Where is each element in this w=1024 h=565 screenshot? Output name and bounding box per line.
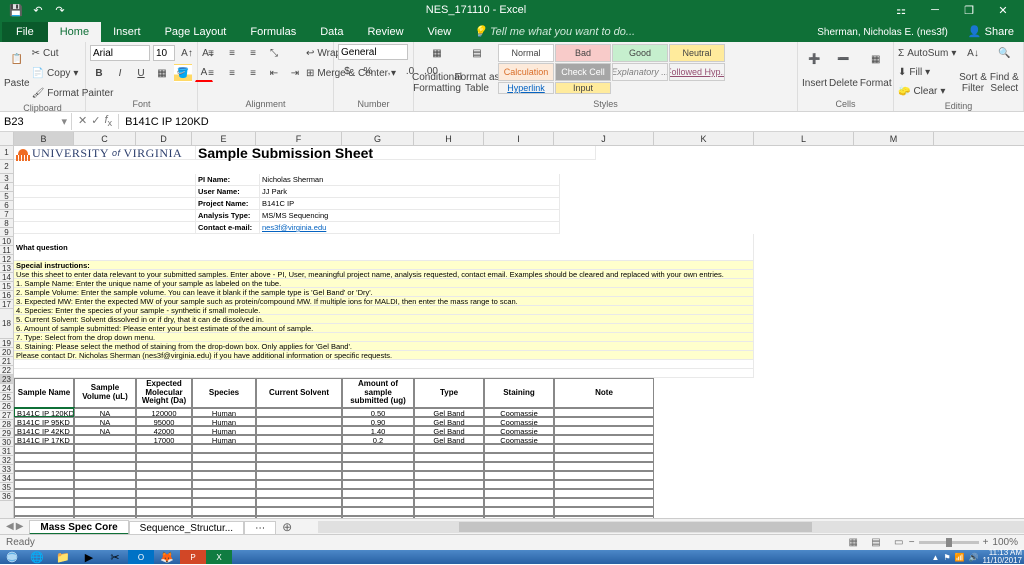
sort-filter-button[interactable]: A↓Sort & Filter	[958, 44, 987, 98]
zoom-level[interactable]: 100%	[992, 537, 1018, 548]
clear-button[interactable]: 🧽 Clear ▾	[898, 82, 956, 100]
view-page-layout-icon[interactable]: ▤	[866, 537, 886, 548]
orientation-icon[interactable]: ⤡	[265, 44, 283, 62]
column-headers[interactable]: B C D E F G H I J K L M	[14, 132, 1024, 146]
uva-logo: University of Virginia	[16, 146, 182, 161]
fill-button[interactable]: ⬇ Fill ▾	[898, 63, 956, 81]
task-snip-icon[interactable]: ✂	[102, 550, 128, 564]
align-right-icon[interactable]: ≡	[244, 64, 262, 82]
font-size-select[interactable]	[153, 45, 175, 61]
horizontal-scrollbar[interactable]	[318, 521, 1024, 533]
border-icon[interactable]: ▦	[153, 64, 171, 82]
number-format-select[interactable]	[338, 44, 408, 60]
sheet-tab-more[interactable]: ⋯	[244, 521, 276, 535]
tray-expand-icon[interactable]: ▲	[932, 553, 940, 562]
worksheet-grid[interactable]: B C D E F G H I J K L M 1234567891011121…	[0, 132, 1024, 518]
view-normal-icon[interactable]: ▦	[843, 537, 863, 548]
tab-view[interactable]: View	[416, 22, 464, 42]
tab-nav-next-icon[interactable]: ▶	[16, 521, 24, 532]
conditional-formatting-button[interactable]: ▦Conditional Formatting	[418, 44, 456, 98]
zoom-slider[interactable]	[919, 541, 979, 544]
align-left-icon[interactable]: ≡	[202, 64, 220, 82]
task-media-icon[interactable]: ▶	[76, 550, 102, 564]
font-name-select[interactable]	[90, 45, 150, 61]
tell-me[interactable]: 💡 Tell me what you want to do...	[463, 21, 645, 42]
status-bar: Ready ▦ ▤ ▭ − + 100%	[0, 534, 1024, 550]
decrease-indent-icon[interactable]: ⇤	[265, 64, 283, 82]
bold-icon[interactable]: B	[90, 64, 108, 82]
zoom-in-icon[interactable]: +	[983, 537, 989, 548]
select-all-corner[interactable]	[0, 132, 14, 146]
window-settings-icon[interactable]: ⚏	[884, 0, 918, 20]
paste-button[interactable]: 📋Paste	[4, 44, 30, 98]
align-middle-icon[interactable]: ≡	[223, 44, 241, 62]
formula-input[interactable]: B141C IP 120KD	[119, 114, 1024, 130]
cell-styles-gallery[interactable]: Normal Bad Good Neutral Calculation Chec…	[498, 44, 725, 94]
window-minimize-icon[interactable]: ─	[918, 0, 952, 20]
align-center-icon[interactable]: ≡	[223, 64, 241, 82]
ribbon: 📋Paste ✂ Cut 📄 Copy ▾ 🖌 Format Painter C…	[0, 42, 1024, 112]
format-as-table-button[interactable]: ▤Format as Table	[458, 44, 496, 98]
titlebar: 💾 ↶ ↷ NES_171110 - Excel ⚏ ─ ❐ ✕	[0, 0, 1024, 20]
task-ie-icon[interactable]: 🌐	[24, 550, 50, 564]
grow-font-icon[interactable]: A↑	[178, 44, 196, 62]
italic-icon[interactable]: I	[111, 64, 129, 82]
sheet-title: Sample Submission Sheet	[196, 146, 596, 160]
account-name[interactable]: Sherman, Nicholas E. (nes3f)	[807, 23, 958, 42]
task-excel-icon[interactable]: X	[206, 550, 232, 564]
formula-bar: B23▾ ✕ ✓ fx B141C IP 120KD	[0, 112, 1024, 132]
align-top-icon[interactable]: ≡	[202, 44, 220, 62]
status-ready: Ready	[6, 537, 35, 548]
share-button[interactable]: 👤 Share	[958, 21, 1024, 42]
increase-indent-icon[interactable]: ⇥	[286, 64, 304, 82]
find-select-button[interactable]: 🔍Find & Select	[990, 44, 1019, 98]
tray-flag-icon[interactable]: ⚑	[943, 553, 950, 562]
align-bottom-icon[interactable]: ≡	[244, 44, 262, 62]
task-firefox-icon[interactable]: 🦊	[154, 550, 180, 564]
format-cells-button[interactable]: ▦Format	[860, 44, 892, 98]
task-outlook-icon[interactable]: O	[128, 550, 154, 564]
tab-file[interactable]: File	[2, 22, 48, 42]
window-close-icon[interactable]: ✕	[986, 0, 1020, 20]
percent-icon[interactable]: %	[359, 62, 377, 80]
insert-cells-button[interactable]: ➕Insert	[802, 44, 827, 98]
sheet-tab-mass-spec[interactable]: Mass Spec Core	[29, 520, 128, 535]
window-restore-icon[interactable]: ❐	[952, 0, 986, 20]
tab-insert[interactable]: Insert	[101, 22, 153, 42]
tab-home[interactable]: Home	[48, 22, 101, 42]
task-powerpoint-icon[interactable]: P	[180, 550, 206, 564]
sheet-tab-sequence[interactable]: Sequence_Structur...	[129, 521, 244, 535]
task-explorer-icon[interactable]: 📁	[50, 550, 76, 564]
tray-volume-icon[interactable]: 🔊	[969, 553, 979, 562]
tab-review[interactable]: Review	[355, 22, 415, 42]
fill-color-icon[interactable]: 🪣	[174, 64, 192, 82]
underline-icon[interactable]: U	[132, 64, 150, 82]
ribbon-tabs: File Home Insert Page Layout Formulas Da…	[0, 20, 1024, 42]
tray-network-icon[interactable]: 📶	[955, 553, 965, 562]
sheet-tab-bar: ◀▶ Mass Spec Core Sequence_Structur... ⋯…	[0, 518, 1024, 534]
zoom-out-icon[interactable]: −	[909, 537, 915, 548]
autosum-button[interactable]: Σ AutoSum ▾	[898, 44, 956, 62]
document-title: NES_171110 - Excel	[68, 4, 884, 16]
cancel-formula-icon[interactable]: ✕	[78, 114, 87, 128]
new-sheet-button[interactable]: ⊕	[276, 520, 298, 534]
redo-icon[interactable]: ↷	[52, 2, 68, 18]
view-page-break-icon[interactable]: ▭	[889, 537, 909, 548]
fx-icon[interactable]: fx	[104, 114, 112, 128]
currency-icon[interactable]: $	[338, 62, 356, 80]
save-icon[interactable]: 💾	[8, 2, 24, 18]
delete-cells-button[interactable]: ➖Delete	[829, 44, 858, 98]
name-box[interactable]: B23	[4, 116, 24, 128]
undo-icon[interactable]: ↶	[30, 2, 46, 18]
tab-data[interactable]: Data	[308, 22, 355, 42]
windows-taskbar[interactable]: 🌐 📁 ▶ ✂ O 🦊 P X ▲ ⚑ 📶 🔊 11:13 AM 11/10/2…	[0, 550, 1024, 564]
tab-nav-prev-icon[interactable]: ◀	[6, 521, 14, 532]
enter-formula-icon[interactable]: ✓	[91, 114, 100, 128]
comma-icon[interactable]: ,	[380, 62, 398, 80]
start-button[interactable]	[0, 550, 24, 564]
tab-page-layout[interactable]: Page Layout	[153, 22, 239, 42]
row-headers[interactable]: 1234567891011121314151617181920212223242…	[0, 146, 14, 518]
tab-formulas[interactable]: Formulas	[238, 22, 308, 42]
